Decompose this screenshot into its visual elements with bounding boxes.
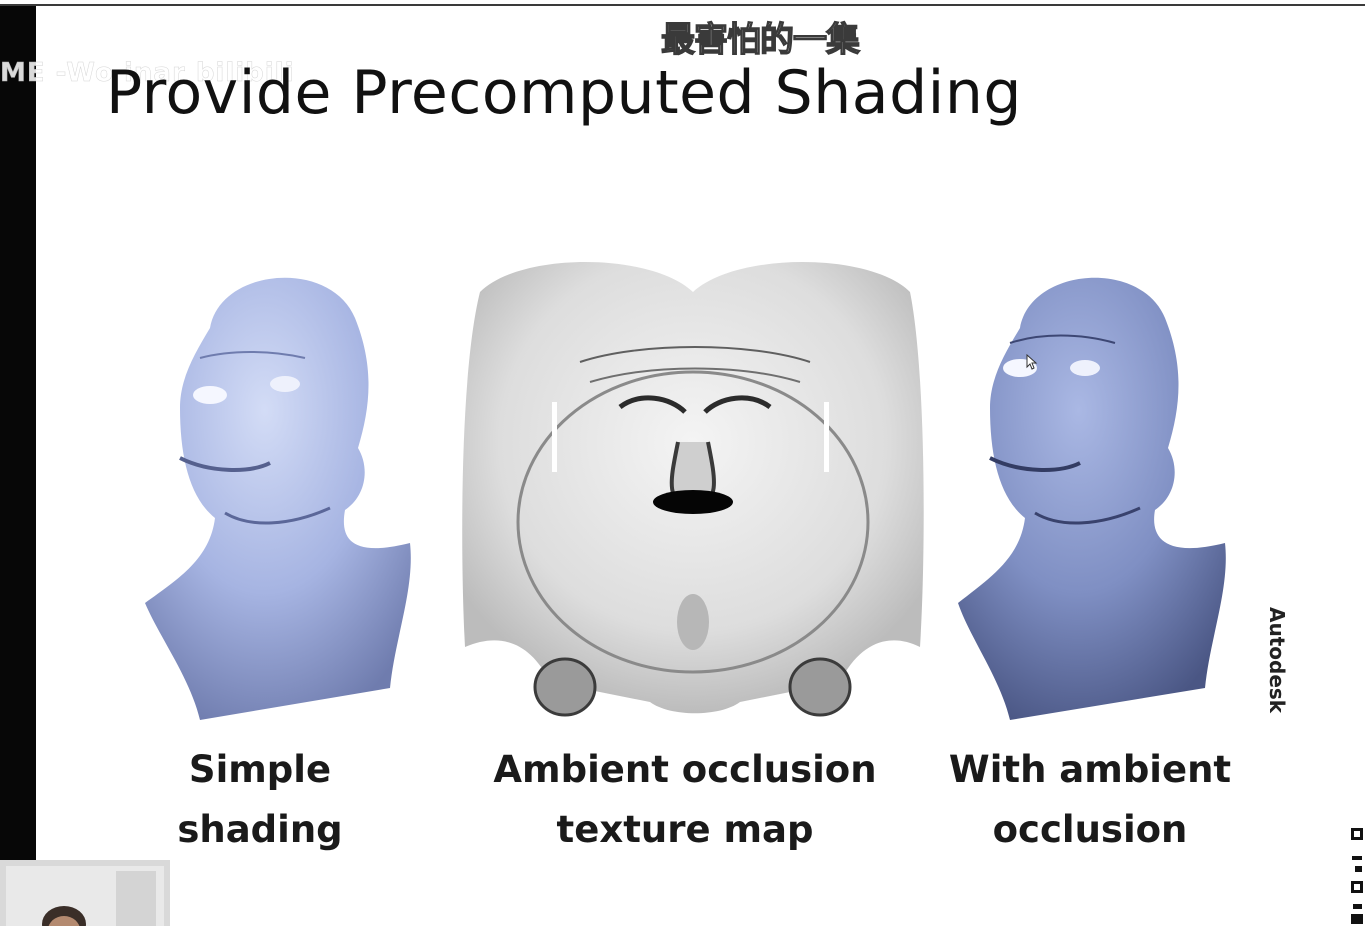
caption-ambient-occlusion-map: Ambient occlusion texture map (480, 740, 890, 860)
caption-line: texture map (556, 808, 814, 851)
caption-line: Ambient occlusion (493, 748, 877, 791)
simple-shading-head-image (145, 277, 411, 720)
mouse-cursor-icon (1026, 354, 1038, 370)
caption-line: occlusion (992, 808, 1188, 851)
ambient-occlusion-head-image (958, 277, 1226, 720)
top-border (0, 4, 1365, 6)
video-subtitle: 最害怕的一集 (660, 19, 860, 60)
caption-with-ambient-occlusion: With ambient occlusion (935, 740, 1245, 860)
webcam-frame (6, 866, 164, 926)
caption-line: Simple (188, 748, 332, 791)
caption-line: shading (177, 808, 343, 851)
caption-simple-shading: Simple shading (130, 740, 390, 860)
webcam-thumbnail[interactable] (0, 860, 170, 926)
caption-line: With ambient (948, 748, 1232, 791)
left-black-bar (0, 6, 36, 866)
qr-code-icon (1350, 826, 1365, 926)
presenter-icon (6, 866, 164, 926)
image-credit: Autodesk (1265, 607, 1289, 714)
slide-title: Provide Precomputed Shading (106, 58, 1022, 128)
ambient-occlusion-texture-map-image (462, 262, 924, 717)
